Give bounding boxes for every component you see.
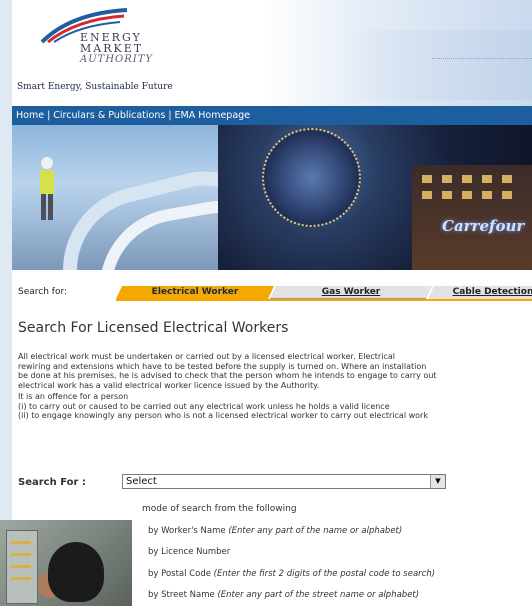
- mode-option-hint: (Enter any part of the street name or al…: [217, 590, 420, 600]
- offence-line: It is an offence for a person: [18, 392, 129, 401]
- mode-option-label: by Street Name: [148, 590, 215, 600]
- tagline: Smart Energy, Sustainable Future: [17, 82, 173, 92]
- mode-option-licence[interactable]: by Licence Number: [148, 547, 230, 557]
- intro-line: electrical work has a valid electrical w…: [18, 380, 320, 390]
- intro-line: All electrical work must be undertaken o…: [18, 352, 395, 361]
- search-type-tabs: Search for: Electrical Worker Gas Worker…: [18, 286, 532, 301]
- mode-option-postal[interactable]: by Postal Code (Enter the first 2 digits…: [148, 569, 435, 579]
- mode-option-name[interactable]: by Worker's Name (Enter any part of the …: [148, 526, 402, 536]
- logo-line-market: MARKET: [80, 42, 144, 55]
- nav-link-ema-homepage[interactable]: EMA Homepage: [175, 110, 251, 121]
- search-for-field-label: Search For :: [18, 477, 86, 488]
- page-title: Search For Licensed Electrical Workers: [18, 320, 289, 336]
- tab-electrical-worker[interactable]: Electrical Worker: [116, 286, 274, 299]
- offence-line: (i) to carry out or caused to be carried…: [18, 401, 390, 411]
- mode-intro: mode of search from the following: [142, 504, 297, 514]
- banner-ferris-wheel: [262, 128, 361, 227]
- photo-head: [48, 542, 104, 602]
- header-gradient-overlay: [342, 30, 532, 100]
- mode-option-label: by Licence Number: [148, 547, 231, 557]
- page: ENERGY MARKET AUTHORITY Smart Energy, Su…: [12, 0, 532, 606]
- mode-option-hint: (Enter the first 2 digits of the postal …: [213, 569, 436, 579]
- search-for-select[interactable]: Select ▼: [122, 474, 446, 489]
- nav-separator: |: [168, 110, 172, 121]
- top-nav: Home | Circulars & Publications | EMA Homepa…: [12, 106, 532, 125]
- banner-left-photo: [12, 125, 302, 270]
- tab-gas-worker[interactable]: Gas Worker: [270, 286, 432, 299]
- nav-separator: |: [47, 110, 51, 121]
- nav-link-circulars[interactable]: Circulars & Publications: [53, 110, 165, 121]
- intro-line: be done at his premises, he is advised t…: [18, 371, 437, 380]
- mode-option-street[interactable]: by Street Name (Enter any part of the st…: [148, 590, 419, 600]
- ema-logo-text: ENERGY MARKET AUTHORITY: [80, 32, 153, 65]
- header: ENERGY MARKET AUTHORITY Smart Energy, Su…: [12, 0, 532, 106]
- electrical-panel: [6, 530, 38, 604]
- search-form: Search For : Select ▼: [18, 474, 532, 490]
- nav-link-home[interactable]: Home: [16, 110, 44, 121]
- offence-paragraph: It is an offence for a person (i) to car…: [18, 392, 428, 421]
- logo-line-authority: AUTHORITY: [80, 54, 153, 65]
- intro-line: rewiring and extensions which have to be…: [18, 361, 427, 371]
- banner-image: Carrefour: [12, 125, 532, 270]
- offence-line: (ii) to engage knowingly any person who …: [18, 411, 428, 420]
- worker-figure-icon: [40, 157, 54, 220]
- chevron-down-icon[interactable]: ▼: [430, 475, 445, 488]
- header-dotted-line: [432, 58, 532, 59]
- mode-option-hint: (Enter any part of the name or alphabet): [228, 526, 403, 536]
- tab-cable-detection[interactable]: Cable Detection: [428, 286, 532, 299]
- select-value: Select: [126, 476, 157, 487]
- banner-store-sign: Carrefour: [442, 217, 525, 235]
- search-for-label: Search for:: [18, 287, 68, 297]
- intro-paragraph: All electrical work must be undertaken o…: [18, 352, 437, 390]
- mode-option-label: by Postal Code: [148, 569, 211, 579]
- electrician-photo: [0, 520, 132, 606]
- tab-underline: [116, 299, 532, 301]
- mode-option-label: by Worker's Name: [148, 526, 226, 536]
